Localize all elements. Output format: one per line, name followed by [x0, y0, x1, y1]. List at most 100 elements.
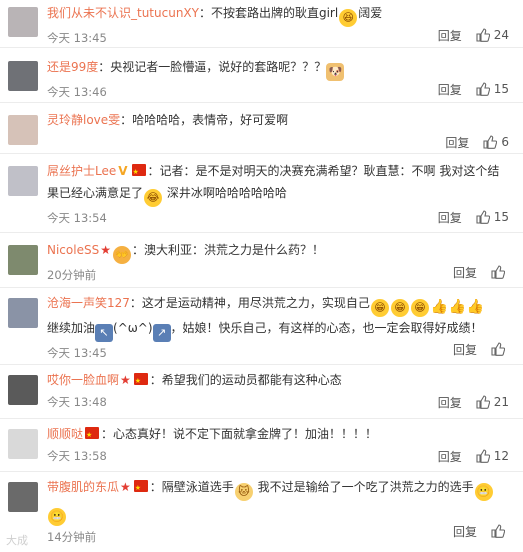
comment-username[interactable]: 我们从未不认识_tutucunXY	[47, 6, 199, 20]
cat-emoji-icon: 🐱	[234, 483, 253, 501]
reply-button[interactable]: 回复	[453, 523, 477, 540]
thumb-up-icon	[476, 28, 490, 42]
grimace-emoji-icon: 😬	[48, 508, 66, 526]
avatar[interactable]	[8, 166, 38, 196]
comment-username[interactable]: 哎你一脸血啊	[47, 373, 119, 387]
avatar[interactable]	[8, 429, 38, 459]
reply-button[interactable]: 回复	[453, 264, 477, 281]
comment-text-tail: 我不过是输给了一个吃了洪荒之力的选手	[257, 480, 474, 494]
like-count: 24	[493, 28, 509, 42]
comment-item: 顺顺哒 ：心态真好！说不定下面就拿金牌了！加油！！！！ 今天 13:58 回复 1…	[0, 419, 523, 472]
like-button[interactable]	[491, 265, 509, 279]
comment-time: 今天 13:46	[47, 85, 107, 99]
kaomoji: (^ω^)	[113, 321, 153, 335]
comment-text: ：这才是运动精神，用尽洪荒之力，实现自己	[129, 296, 370, 310]
comment-item: 带腹肌的东瓜★：隔壁泳道选手🐱 我不过是输给了一个吃了洪荒之力的选手😬 😬 14…	[0, 472, 523, 552]
thumb-up-icon	[491, 524, 505, 538]
avatar[interactable]	[8, 298, 38, 328]
comment-text: ：央视记者一脸懵逼，说好的套路呢？？？	[98, 60, 327, 74]
thumbs-up-emoji-icon: 👍	[466, 299, 485, 315]
comment-text-line2-tail: 深井冰啊哈哈哈哈哈哈	[166, 186, 287, 200]
avatar[interactable]	[8, 482, 38, 512]
verified-v-icon: V	[118, 164, 128, 178]
comment-item: 我们从未不认识_tutucunXY：不按套路出牌的耿直girl 😆 阔爱 今天 13…	[0, 0, 523, 48]
thumb-up-icon	[476, 210, 490, 224]
like-button[interactable]: 15	[476, 82, 509, 96]
comment-item: 哎你一脸血啊★ ：希望我们的运动员都能有这种心态 今天 13:48 回复 21	[0, 365, 523, 419]
like-button[interactable]: 12	[476, 449, 509, 463]
comment-time: 20分钟前	[47, 268, 97, 282]
comment-text: ：隔壁泳道选手	[149, 480, 234, 494]
like-button[interactable]: 24	[476, 28, 509, 42]
china-flag-icon	[133, 477, 148, 499]
like-button[interactable]	[491, 524, 509, 538]
grin-emoji-icon: 😁	[370, 299, 389, 317]
china-flag-icon	[85, 424, 100, 446]
arrow-upright-icon: ↗	[152, 324, 171, 342]
comment-username[interactable]: 沧海一声笑127	[47, 296, 130, 310]
thumb-up-icon	[476, 395, 490, 409]
star-badge-icon: ★	[120, 373, 131, 387]
thumbs-up-emoji-icon: 👍	[448, 299, 467, 315]
reply-button[interactable]: 回复	[438, 394, 462, 411]
comment-username[interactable]: NicoleSS	[47, 243, 99, 257]
clap-hands-icon: 👐	[112, 246, 131, 264]
comment-time: 14分钟前	[47, 530, 97, 544]
comment-time: 今天 13:58	[47, 449, 107, 463]
avatar[interactable]	[8, 61, 38, 91]
china-flag-icon	[131, 161, 146, 183]
laugh-emoji-icon: 😆	[339, 9, 358, 27]
like-button[interactable]: 21	[476, 395, 509, 409]
thumb-up-icon	[476, 82, 490, 96]
grimace-emoji-icon: 😬	[474, 483, 493, 501]
comment-username[interactable]: 还是99度	[47, 60, 98, 74]
thumbs-up-emoji-icon: 👍	[430, 299, 449, 315]
comment-text: ：希望我们的运动员都能有这种心态	[149, 373, 342, 387]
comment-text: ：哈哈哈哈，表情帝，好可爱啊	[120, 113, 289, 127]
grin-emoji-icon: 😁	[410, 299, 429, 317]
reply-button[interactable]: 回复	[445, 134, 469, 151]
comment-username[interactable]: 屌丝护士Lee	[47, 164, 116, 178]
comment-text: ：心态真好！说不定下面就拿金牌了！加油！！！！	[101, 427, 378, 441]
arrow-upleft-icon: ↖	[95, 324, 114, 342]
comment-item: 沧海一声笑127：这才是运动精神，用尽洪荒之力，实现自己 😁 😁 😁 👍👍👍 继续加油 ↖…	[0, 288, 523, 365]
star-badge-icon: ★	[100, 243, 111, 257]
avatar[interactable]	[8, 245, 38, 275]
comment-item: 还是99度：央视记者一脸懵逼，说好的套路呢？？？ 🐶 今天 13:46 回复 15	[0, 48, 523, 103]
like-count: 12	[493, 449, 509, 463]
watermark: 大成	[6, 534, 28, 547]
comment-text-tail: 阔爱	[358, 6, 383, 20]
reply-button[interactable]: 回复	[438, 209, 462, 226]
reply-button[interactable]: 回复	[453, 341, 477, 358]
comment-text-line2-start: 继续加油	[47, 321, 96, 335]
china-flag-icon	[133, 370, 148, 392]
reply-button[interactable]: 回复	[438, 27, 462, 44]
comment-username[interactable]: 顺顺哒	[47, 427, 83, 441]
avatar[interactable]	[8, 7, 38, 37]
comment-time: 今天 13:45	[47, 31, 107, 45]
like-count: 15	[493, 82, 509, 96]
thumb-up-icon	[491, 342, 505, 356]
reply-button[interactable]: 回复	[438, 81, 462, 98]
comment-text: ：澳大利亚：洪荒之力是什么药？！	[131, 243, 324, 257]
comment-time: 今天 13:54	[47, 211, 107, 225]
avatar[interactable]	[8, 115, 38, 145]
comment-username[interactable]: 灵玲静love雯	[47, 113, 120, 127]
comment-item: NicoleSS★ 👐 ：澳大利亚：洪荒之力是什么药？！ 20分钟前 回复	[0, 233, 523, 288]
comment-username[interactable]: 带腹肌的东瓜	[47, 480, 119, 494]
reply-button[interactable]: 回复	[438, 448, 462, 465]
comment-text: ：不按套路出牌的耿直girl	[198, 6, 339, 20]
laugh-emoji-icon: 😂	[144, 189, 163, 207]
avatar[interactable]	[8, 375, 38, 405]
grin-emoji-icon: 😁	[390, 299, 409, 317]
comment-item: 屌丝护士LeeV ：记者：是不是对明天的决赛充满希望？耿直慧：不啊 我对这个结 果…	[0, 154, 523, 233]
comment-text-line2: ，姑娘！快乐自己，有这样的心态，也一定会取得好成绩！	[170, 321, 483, 335]
like-count: 6	[501, 135, 509, 149]
thumb-up-icon	[476, 449, 490, 463]
like-button[interactable]: 6	[483, 135, 509, 149]
comment-time: 今天 13:45	[47, 346, 107, 360]
like-button[interactable]	[491, 342, 509, 356]
like-button[interactable]: 15	[476, 210, 509, 224]
comment-text-line2: 果已经心满意足了	[47, 186, 144, 200]
comment-item: 灵玲静love雯：哈哈哈哈，表情帝，好可爱啊 回复 6	[0, 103, 523, 154]
